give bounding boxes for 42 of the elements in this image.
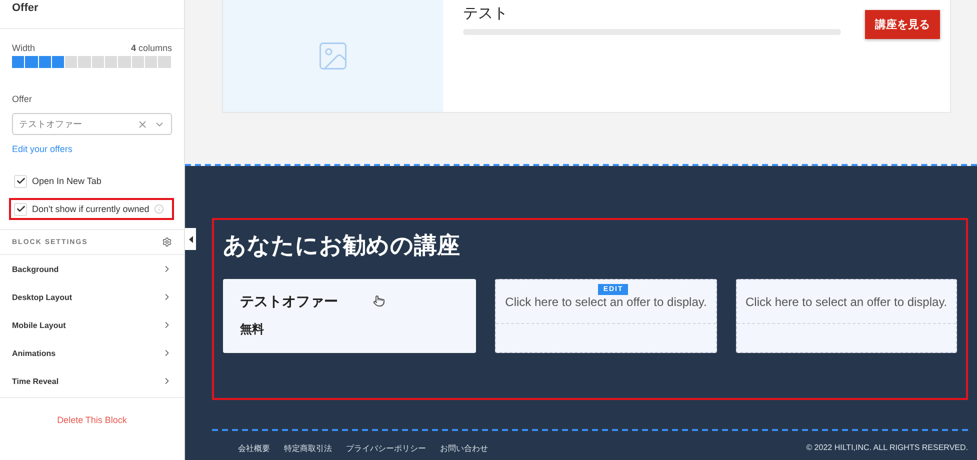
delete-block-button[interactable]: Delete This Block [51,414,133,426]
checkbox[interactable] [14,174,27,188]
placeholder-text: Click here to select an offer to display. [736,280,956,324]
width-segment[interactable] [105,56,118,68]
settings-item[interactable]: Time Reveal [0,367,184,395]
settings-item[interactable]: Desktop Layout [0,283,184,311]
section-heading: あなたにお勧めの講座 [223,231,461,260]
settings-item[interactable]: Animations [0,339,184,367]
width-segment[interactable] [92,56,104,68]
view-course-button[interactable]: 講座を見る [865,10,940,39]
width-segment[interactable] [52,56,64,68]
clear-icon[interactable] [137,118,148,130]
width-segment[interactable] [144,56,158,68]
width-segment[interactable] [132,56,144,68]
footer-link[interactable]: 会社概要 [238,443,270,454]
offer-select[interactable]: テストオファー [12,113,172,135]
settings-icon[interactable] [162,237,172,247]
settings-item[interactable]: Mobile Layout [0,311,184,339]
columns-value: 4 columns [130,43,172,53]
copyright-text: © 2022 HILTI,INC. ALL RIGHTS RESERVED. [806,443,968,454]
settings-item[interactable]: Background [0,255,184,283]
course-title: テスト [463,4,509,23]
footer-link[interactable]: プライバシーポリシー [346,443,426,454]
footer-link[interactable]: お問い合わせ [440,443,488,454]
option-label: Don't show if currently owned [32,204,150,214]
offer-placeholder-card[interactable]: Click here to select an offer to display. [736,279,957,353]
offer-label: Offer [12,94,33,104]
width-segment[interactable] [12,56,24,68]
offer-price: 無料 [240,321,265,338]
triangle-left-icon [188,236,192,242]
footer-link[interactable]: 特定商取引法 [284,443,332,454]
offer-card[interactable]: テストオファー 無料 [223,279,476,353]
option-label: Open In New Tab [32,176,102,186]
width-segment[interactable] [65,56,78,68]
collapse-tab[interactable] [185,228,196,250]
width-label: Width [12,43,36,53]
checkbox[interactable] [14,202,27,216]
offer-name: テストオファー [240,293,338,311]
width-segment[interactable] [38,56,51,68]
info-icon[interactable] [154,204,164,214]
hand-cursor-icon [373,295,385,307]
panel-title: Offer [12,2,38,14]
